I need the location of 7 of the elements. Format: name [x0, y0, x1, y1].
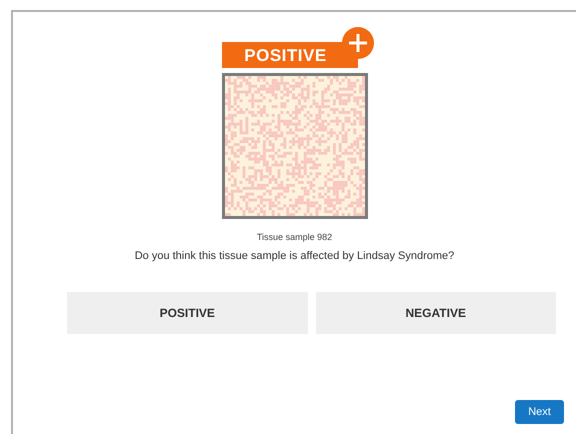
answer-button[interactable]: POSITIVE: [67, 292, 308, 334]
next-button[interactable]: Next: [515, 400, 564, 424]
question-text: Do you think this tissue sample is affected by Lindsay Syndrome?: [134, 250, 454, 262]
positive-badge: POSITIVE: [222, 42, 358, 68]
plus-icon: [342, 27, 374, 59]
answer-button[interactable]: NEGATIVE: [316, 292, 556, 334]
sample-caption: Tissue sample 982: [256, 232, 332, 242]
